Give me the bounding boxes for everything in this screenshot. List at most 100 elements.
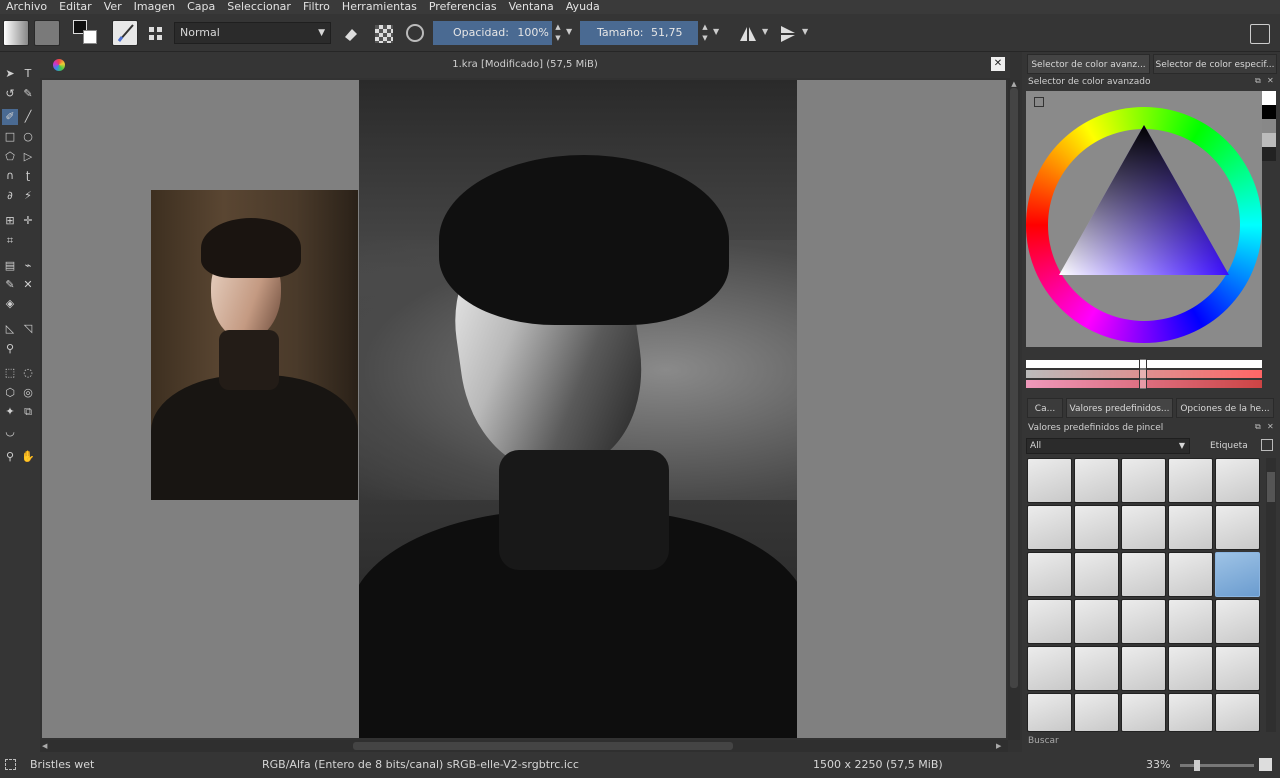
brush-preset-item[interactable] — [1074, 505, 1119, 550]
freehand-path-tool-icon[interactable]: ʈ — [20, 168, 36, 184]
pan-tool-icon[interactable]: ✋ — [20, 449, 36, 465]
brush-preset-item[interactable] — [1215, 693, 1260, 732]
tab-canvas[interactable]: Ca... — [1027, 398, 1063, 418]
polygon-tool-icon[interactable]: ⬠ — [2, 149, 18, 165]
preset-search-input[interactable]: Buscar — [1028, 736, 1059, 746]
float-docker-icon[interactable]: ⧉ — [1255, 76, 1261, 86]
size-slider[interactable]: Tamaño: 51,75 px — [580, 21, 698, 63]
transform-tool-icon[interactable]: ⊞ — [2, 213, 18, 229]
menu-capa[interactable]: Capa — [181, 0, 221, 14]
horizontal-scrollbar[interactable]: ◀ ▶ — [40, 740, 1008, 752]
tab-tool-options[interactable]: Opciones de la he... — [1176, 398, 1274, 418]
brush-preset-item[interactable] — [1074, 646, 1119, 691]
menu-filtro[interactable]: Filtro — [297, 0, 336, 14]
tab-specific-color-selector[interactable]: Selector de color especif... — [1153, 54, 1277, 74]
fg-bg-color-swatch[interactable] — [73, 20, 99, 46]
fill-tool-icon[interactable]: ◈ — [2, 296, 18, 312]
opacity-slider[interactable]: Opacidad: 100% — [433, 21, 552, 45]
canvas-area[interactable] — [42, 80, 1006, 738]
select-shapes-tool-icon[interactable]: ➤ — [2, 66, 18, 82]
zoom-slider[interactable] — [1180, 760, 1254, 771]
mirror-v-menu-icon[interactable]: ▼ — [802, 27, 808, 36]
menu-archivo[interactable]: Archivo — [0, 0, 53, 14]
brush-preset-item[interactable] — [1027, 693, 1072, 732]
brush-preset-item[interactable] — [1215, 458, 1260, 503]
brush-preset-item[interactable] — [1168, 552, 1213, 597]
recent-color-swatch[interactable] — [1262, 105, 1276, 119]
brush-preset-item[interactable] — [1215, 646, 1260, 691]
canvas-only-icon[interactable] — [1259, 758, 1272, 771]
preset-view-icon[interactable] — [1261, 439, 1273, 451]
document-title[interactable]: 1.kra [Modificado] (57,5 MiB) — [40, 52, 1010, 78]
slider-handle[interactable] — [1139, 358, 1147, 390]
calligraphy-tool-icon[interactable]: ✎ — [20, 86, 36, 102]
brush-preset-item[interactable] — [1074, 693, 1119, 732]
zoom-slider-handle[interactable] — [1194, 760, 1200, 771]
smart-patch-tool-icon[interactable]: ✕ — [20, 277, 36, 293]
rectangle-tool-icon[interactable]: □ — [2, 129, 18, 145]
mirror-horizontal-icon[interactable] — [738, 24, 758, 44]
menu-imagen[interactable]: Imagen — [128, 0, 181, 14]
reference-image[interactable] — [151, 190, 358, 500]
brush-preset-item[interactable] — [1121, 505, 1166, 550]
brush-presets-grid-icon[interactable] — [147, 25, 165, 43]
brush-preset-item[interactable] — [1121, 552, 1166, 597]
reload-preset-icon[interactable] — [406, 24, 424, 42]
opacity-spin-arrows[interactable]: ▲ ▼ — [553, 22, 563, 44]
text-tool-icon[interactable]: T — [20, 66, 36, 82]
brush-preset-item[interactable] — [1074, 458, 1119, 503]
bezier-tool-icon[interactable]: ∩ — [2, 168, 18, 184]
background-color[interactable] — [83, 30, 97, 44]
polygonal-selection-tool-icon[interactable]: ⬡ — [2, 385, 18, 401]
recent-color-swatch[interactable] — [1262, 119, 1276, 133]
brush-preset-button[interactable] — [112, 20, 138, 46]
color-picker-tool-icon[interactable]: ⌁ — [20, 258, 36, 274]
edit-shapes-tool-icon[interactable]: ↺ — [2, 86, 18, 102]
gradient-preset-button[interactable] — [3, 20, 29, 46]
brush-preset-item[interactable] — [1168, 646, 1213, 691]
size-spin-arrows[interactable]: ▲ ▼ — [700, 22, 710, 44]
brush-preset-item[interactable] — [1121, 646, 1166, 691]
zoom-tool-icon[interactable]: ⚲ — [2, 449, 18, 465]
painting-canvas[interactable] — [359, 80, 797, 738]
horizontal-scroll-left-icon[interactable]: ◀ — [42, 740, 47, 752]
brush-preset-item[interactable] — [1074, 599, 1119, 644]
selection-status-icon[interactable] — [5, 759, 16, 770]
opacity-menu-icon[interactable]: ▼ — [566, 27, 572, 36]
horizontal-scroll-right-icon[interactable]: ▶ — [996, 740, 1001, 752]
mirror-h-menu-icon[interactable]: ▼ — [762, 27, 768, 36]
menu-preferencias[interactable]: Preferencias — [423, 0, 503, 14]
brush-preset-item[interactable] — [1121, 693, 1166, 732]
color-menu-icon[interactable] — [1034, 97, 1044, 107]
menu-seleccionar[interactable]: Seleccionar — [221, 0, 297, 14]
bezier-selection-tool-icon[interactable]: ◡ — [2, 424, 18, 440]
preserve-alpha-icon[interactable] — [375, 25, 393, 43]
eraser-mode-icon[interactable] — [342, 25, 360, 43]
crop-tool-icon[interactable]: ⌗ — [2, 233, 18, 249]
elliptical-selection-tool-icon[interactable]: ◌ — [20, 365, 36, 381]
contiguous-selection-tool-icon[interactable]: ✦ — [2, 404, 18, 420]
brush-preset-item[interactable] — [1027, 599, 1072, 644]
brush-preset-item[interactable] — [1168, 599, 1213, 644]
similar-selection-tool-icon[interactable]: ⧉ — [20, 404, 36, 420]
gradient-tool-icon[interactable]: ▤ — [2, 258, 18, 274]
freehand-selection-tool-icon[interactable]: ◎ — [20, 385, 36, 401]
close-document-icon[interactable]: ✕ — [991, 57, 1005, 71]
dynamic-brush-tool-icon[interactable]: ∂ — [2, 188, 18, 204]
brush-preset-item[interactable] — [1215, 599, 1260, 644]
recent-color-swatch[interactable] — [1262, 147, 1276, 161]
close-presets-icon[interactable]: ✕ — [1267, 422, 1274, 431]
size-menu-icon[interactable]: ▼ — [713, 27, 719, 36]
recent-color-swatch[interactable] — [1262, 91, 1276, 105]
pattern-preset-button[interactable] — [34, 20, 60, 46]
brush-preset-item[interactable] — [1215, 505, 1260, 550]
ellipse-tool-icon[interactable]: ○ — [20, 129, 36, 145]
dockers-toggle-icon[interactable] — [1250, 24, 1270, 44]
brush-preset-item[interactable] — [1168, 505, 1213, 550]
brush-preset-item[interactable] — [1074, 552, 1119, 597]
vertical-scrollbar[interactable]: ▲ — [1008, 80, 1020, 740]
brush-preset-item-selected[interactable] — [1215, 552, 1260, 597]
move-tool-icon[interactable]: ✛ — [20, 213, 36, 229]
menu-editar[interactable]: Editar — [53, 0, 98, 14]
vertical-scroll-thumb[interactable] — [1010, 88, 1018, 688]
